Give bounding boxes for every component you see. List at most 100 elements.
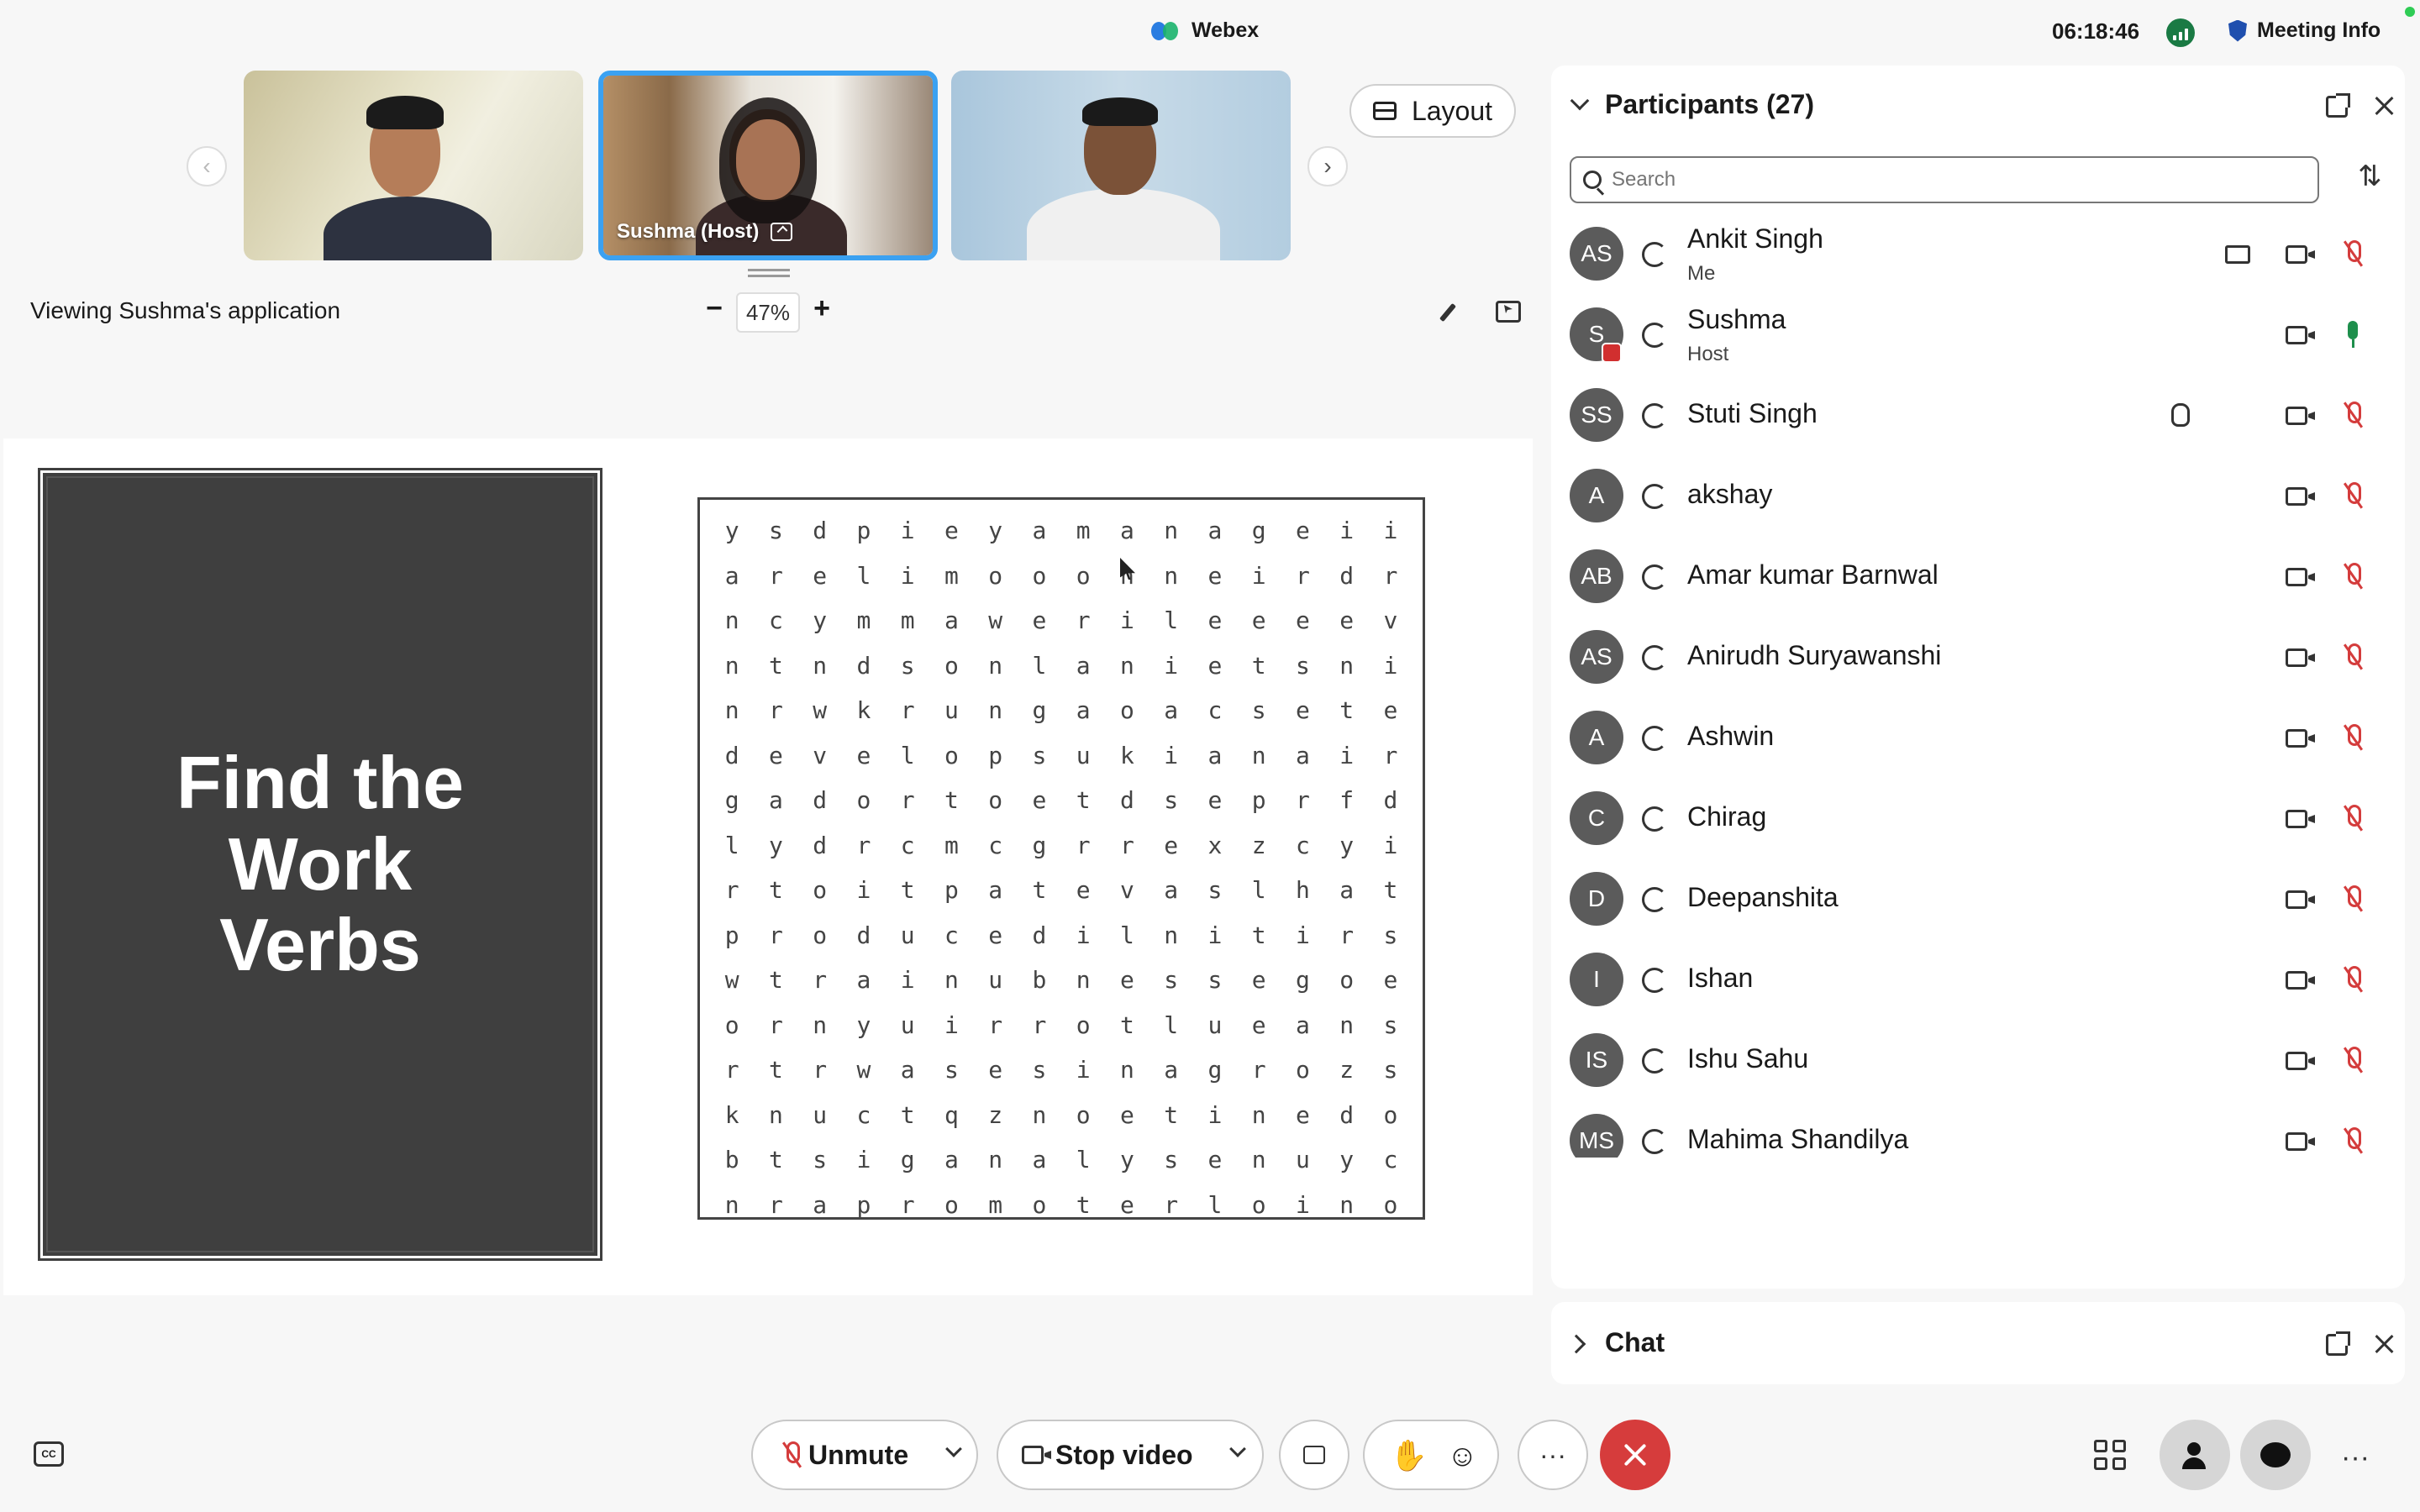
zoom-level[interactable]: 47% — [736, 292, 800, 333]
participant-row[interactable]: I Ishan — [1551, 939, 2405, 1020]
unmute-button[interactable]: Unmute — [751, 1420, 978, 1490]
grid-letter: r — [900, 696, 915, 725]
mic-muted-icon[interactable] — [2344, 724, 2361, 751]
meeting-info-label: Meeting Info — [2257, 18, 2381, 42]
grid-letter: l — [1032, 651, 1047, 680]
meeting-info-button[interactable]: Meeting Info — [2228, 18, 2381, 43]
video-tile-1[interactable] — [244, 71, 583, 260]
grid-row: rtrwasesinagrozs — [710, 1047, 1413, 1093]
video-icon[interactable] — [2286, 890, 2307, 909]
video-icon[interactable] — [2286, 326, 2307, 344]
grid-letter: y — [1339, 831, 1355, 859]
reactions-icon[interactable]: ☺ — [1447, 1438, 1478, 1473]
strip-resize-handle[interactable] — [748, 269, 790, 277]
participant-row[interactable]: D Deepanshita — [1551, 858, 2405, 939]
participant-row[interactable]: IS Ishu Sahu — [1551, 1020, 2405, 1100]
popout-icon[interactable] — [2326, 93, 2350, 118]
mic-muted-icon[interactable] — [2344, 240, 2361, 267]
grid-letter: o — [1032, 1190, 1047, 1219]
chevron-left-icon: ‹ — [203, 153, 211, 179]
layout-button[interactable]: Layout — [1349, 84, 1516, 138]
grid-letter: m — [900, 606, 915, 635]
participant-row[interactable]: MS Mahima Shandilya — [1551, 1100, 2405, 1158]
grid-letter: b — [1032, 966, 1047, 995]
strip-next-button[interactable]: › — [1307, 146, 1348, 186]
overflow-menu-icon[interactable]: ··· — [2341, 1441, 2370, 1474]
mic-muted-icon[interactable] — [2344, 482, 2361, 509]
close-icon[interactable] — [2373, 1332, 2396, 1356]
participants-toggle-button[interactable] — [2160, 1420, 2230, 1490]
search-input[interactable] — [1612, 168, 2301, 192]
video-tile-3[interactable] — [951, 71, 1291, 260]
chat-toggle-button[interactable] — [2240, 1420, 2311, 1490]
grid-letter: d — [813, 517, 828, 545]
video-icon[interactable] — [2286, 407, 2307, 425]
participant-row[interactable]: AS Ankit Singh Me — [1551, 213, 2405, 294]
video-icon[interactable] — [2286, 971, 2307, 990]
mic-muted-icon[interactable] — [2344, 805, 2361, 832]
mic-muted-icon[interactable] — [2344, 885, 2361, 912]
participant-row[interactable]: AS Anirudh Suryawanshi — [1551, 617, 2405, 697]
zoom-in-button[interactable]: + — [805, 292, 839, 325]
participant-row[interactable]: A Ashwin — [1551, 697, 2405, 778]
video-icon[interactable] — [2286, 1052, 2307, 1070]
grid-letter: d — [813, 786, 828, 815]
mic-muted-icon[interactable] — [2344, 1047, 2361, 1074]
apps-icon[interactable] — [2094, 1440, 2126, 1470]
remote-control-icon[interactable] — [1496, 301, 1521, 323]
chat-panel[interactable]: Chat — [1551, 1302, 2405, 1384]
mic-muted-icon[interactable] — [2344, 402, 2361, 428]
close-icon[interactable] — [2373, 94, 2396, 118]
zoom-out-button[interactable]: − — [697, 292, 731, 325]
video-tile-2[interactable]: Sushma (Host) — [598, 71, 938, 260]
grid-letter: s — [1164, 786, 1179, 815]
network-signal-icon[interactable] — [2166, 18, 2195, 47]
strip-prev-button[interactable]: ‹ — [187, 146, 227, 186]
grid-letter: n — [988, 696, 1003, 725]
leave-meeting-button[interactable] — [1600, 1420, 1670, 1490]
participant-row[interactable]: Aakshay — [1551, 455, 2405, 536]
video-icon[interactable] — [2286, 1132, 2307, 1151]
grid-row: knuctqznoetinedo — [710, 1093, 1413, 1138]
participant-row[interactable]: S Sushma Host — [1551, 294, 2405, 375]
expand-chevron-icon[interactable] — [1566, 1334, 1586, 1354]
person-face — [736, 119, 800, 200]
closed-captions-icon[interactable]: CC — [34, 1441, 64, 1467]
participant-row[interactable]: C Chirag — [1551, 778, 2405, 858]
video-icon[interactable] — [2286, 729, 2307, 748]
annotate-icon[interactable] — [1442, 301, 1467, 324]
shared-application-view[interactable]: Find the Work Verbs ysdpieyamanageiiarel… — [3, 438, 1533, 1295]
avatar: AB — [1570, 549, 1623, 603]
raise-hand-icon[interactable]: ✋ — [1390, 1438, 1428, 1473]
grid-letter: e — [1207, 1146, 1223, 1174]
grid-letter: t — [1076, 786, 1091, 815]
participant-row[interactable]: SS Stuti Singh — [1551, 375, 2405, 455]
slide-title-line: Find the — [176, 740, 465, 824]
video-icon[interactable] — [2286, 487, 2307, 506]
video-icon[interactable] — [2286, 810, 2307, 828]
mic-muted-icon[interactable] — [2344, 643, 2361, 670]
grid-row: wtrainubnessegoe — [710, 958, 1413, 1003]
mic-muted-icon[interactable] — [2344, 966, 2361, 993]
video-icon[interactable] — [2286, 245, 2307, 264]
slide-title-line: Verbs — [219, 903, 421, 987]
video-icon[interactable] — [2286, 648, 2307, 667]
grid-letter: z — [988, 1100, 1003, 1129]
layout-label: Layout — [1411, 95, 1493, 126]
share-button[interactable] — [1279, 1420, 1349, 1490]
chevron-down-icon[interactable] — [945, 1441, 962, 1457]
collapse-chevron-icon[interactable] — [1570, 91, 1590, 111]
more-options-button[interactable]: ··· — [1518, 1420, 1588, 1490]
popout-icon[interactable] — [2326, 1331, 2350, 1356]
mic-muted-icon[interactable] — [2344, 1127, 2361, 1154]
video-icon[interactable] — [2286, 568, 2307, 586]
participant-row[interactable]: AB Amar kumar Barnwal — [1551, 536, 2405, 617]
search-icon — [1583, 171, 1602, 189]
chevron-down-icon[interactable] — [1229, 1441, 1246, 1457]
stop-video-button[interactable]: Stop video — [997, 1420, 1264, 1490]
participant-name: Amar kumar Barnwal — [1687, 559, 1939, 590]
mic-on-icon[interactable] — [2344, 321, 2361, 348]
participant-search[interactable] — [1570, 156, 2319, 203]
sort-icon[interactable] — [2358, 160, 2383, 193]
mic-muted-icon[interactable] — [2344, 563, 2361, 590]
